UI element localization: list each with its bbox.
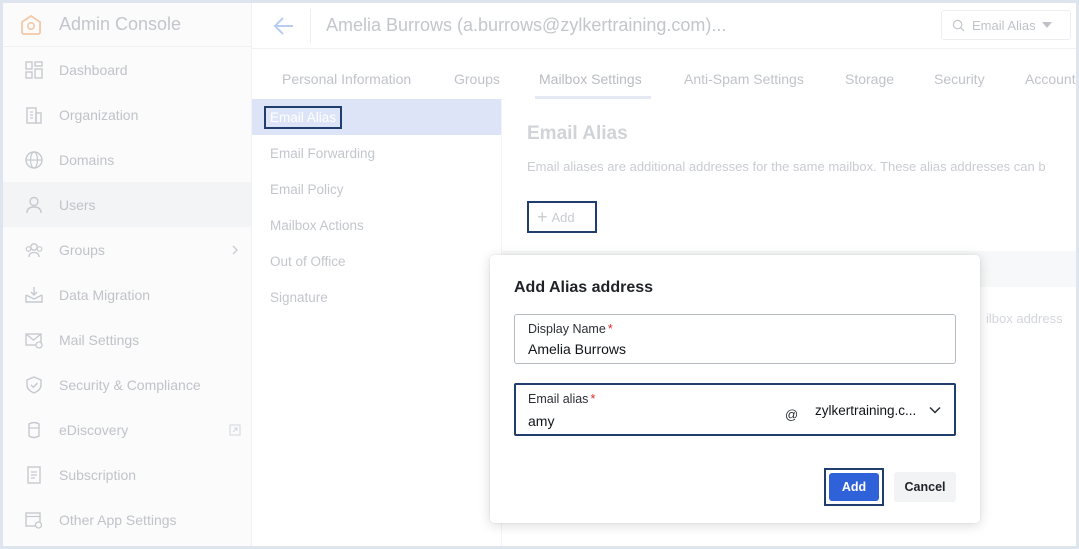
tab-storage[interactable]: Storage (845, 71, 894, 87)
sidebar-item-label: Users (59, 196, 96, 213)
submenu-item-email-alias[interactable]: Email Alias (252, 99, 501, 135)
sidebar-item-label: Dashboard (59, 61, 128, 78)
search-dropdown-label: Email Alias (972, 17, 1036, 33)
search-icon (952, 19, 965, 32)
sidebar-item-security-compliance[interactable]: Security & Compliance (3, 362, 251, 407)
header: Amelia Burrows (a.burrows@zylkertraining… (252, 3, 1076, 49)
add-alias-button[interactable]: + Add (527, 201, 597, 233)
section-title: Email Alias (527, 123, 628, 144)
dialog-title: Add Alias address (514, 279, 654, 296)
email-alias-input[interactable]: amy (528, 413, 554, 429)
sidebar-item-ediscovery[interactable]: eDiscovery (3, 407, 251, 452)
tab-mailbox-settings[interactable]: Mailbox Settings (539, 71, 642, 87)
shield-icon (23, 374, 45, 396)
sidebar-item-label: Other App Settings (59, 511, 177, 528)
tab-groups[interactable]: Groups (454, 71, 500, 87)
tab-security[interactable]: Security (934, 71, 985, 87)
data-migration-icon (23, 284, 45, 306)
sidebar-item-data-migration[interactable]: Data Migration (3, 272, 251, 317)
ediscovery-icon (23, 419, 45, 441)
sidebar-item-groups[interactable]: Groups (3, 227, 251, 272)
tab-account[interactable]: Account (1025, 71, 1076, 87)
submenu-item-mailbox-actions[interactable]: Mailbox Actions (252, 207, 501, 243)
sidebar-item-label: Mail Settings (59, 331, 140, 348)
submenu-item-signature[interactable]: Signature (252, 279, 501, 315)
globe-icon (23, 149, 45, 171)
organization-icon (23, 104, 45, 126)
user-tabs: Personal Information Groups Mailbox Sett… (252, 49, 1076, 99)
display-name-field[interactable]: Display Name * Amelia Burrows (514, 314, 956, 364)
chevron-right-icon (229, 244, 241, 256)
back-arrow-icon[interactable] (272, 15, 296, 37)
caret-down-icon (1041, 22, 1052, 28)
page-title: Amelia Burrows (a.burrows@zylkertraining… (326, 15, 727, 35)
header-search-dropdown[interactable]: Email Alias (941, 10, 1071, 40)
submenu-item-label: Email Alias (264, 105, 343, 129)
at-symbol: @ (785, 407, 799, 422)
sidebar-item-mail-settings[interactable]: Mail Settings (3, 317, 251, 362)
groups-icon (23, 239, 45, 261)
chevron-down-icon[interactable] (928, 403, 942, 417)
email-alias-label: Email alias * (528, 392, 596, 406)
submenu-item-email-policy[interactable]: Email Policy (252, 171, 501, 207)
submenu-item-out-of-office[interactable]: Out of Office (252, 243, 501, 279)
brand: Admin Console (3, 3, 251, 47)
sidebar: Admin Console Dashboard Organization Dom… (3, 3, 252, 546)
sidebar-item-label: Security & Compliance (59, 376, 201, 393)
external-link-icon (229, 424, 241, 436)
subscription-icon (23, 464, 45, 486)
mailbox-settings-submenu: Email Alias Email Forwarding Email Polic… (252, 99, 502, 546)
sidebar-item-domains[interactable]: Domains (3, 137, 251, 182)
app-window: Admin Console Dashboard Organization Dom… (3, 3, 1076, 546)
cancel-button[interactable]: Cancel (894, 472, 956, 502)
sidebar-item-subscription[interactable]: Subscription (3, 452, 251, 497)
admin-console-logo-icon (21, 14, 41, 35)
alias-table-cell: ilbox address (986, 311, 1063, 326)
dashboard-icon (23, 59, 45, 81)
domain-select[interactable]: zylkertraining.c... (815, 403, 916, 418)
add-alias-label: Add (551, 209, 575, 225)
app-title: Admin Console (59, 14, 182, 34)
sidebar-item-label: Organization (59, 106, 139, 123)
display-name-label: Display Name * (528, 322, 613, 336)
header-divider (310, 9, 311, 43)
add-alias-dialog: Add Alias address Display Name * Amelia B… (490, 255, 980, 523)
mail-settings-icon (23, 329, 45, 351)
tab-personal-information[interactable]: Personal Information (282, 71, 411, 87)
submenu-item-email-forwarding[interactable]: Email Forwarding (252, 135, 501, 171)
sidebar-item-organization[interactable]: Organization (3, 92, 251, 137)
sidebar-item-label: Subscription (59, 466, 137, 483)
sidebar-item-label: Groups (59, 241, 105, 258)
user-icon (23, 194, 45, 216)
add-button-label: Add (829, 473, 879, 501)
app-settings-icon (23, 509, 45, 531)
add-button[interactable]: Add (824, 468, 884, 506)
section-description: Email aliases are additional addresses f… (527, 159, 1046, 174)
sidebar-item-other-app-settings[interactable]: Other App Settings (3, 497, 251, 542)
sidebar-item-dashboard[interactable]: Dashboard (3, 47, 251, 92)
email-alias-field[interactable]: Email alias * amy @ zylkertraining.c... (514, 383, 956, 436)
sidebar-item-label: Data Migration (59, 286, 151, 303)
display-name-input[interactable]: Amelia Burrows (528, 341, 626, 357)
plus-icon: + (537, 207, 548, 227)
sidebar-item-label: Domains (59, 151, 115, 168)
sidebar-item-users[interactable]: Users (3, 182, 251, 227)
sidebar-item-label: eDiscovery (59, 421, 129, 438)
tab-anti-spam-settings[interactable]: Anti-Spam Settings (684, 71, 804, 87)
